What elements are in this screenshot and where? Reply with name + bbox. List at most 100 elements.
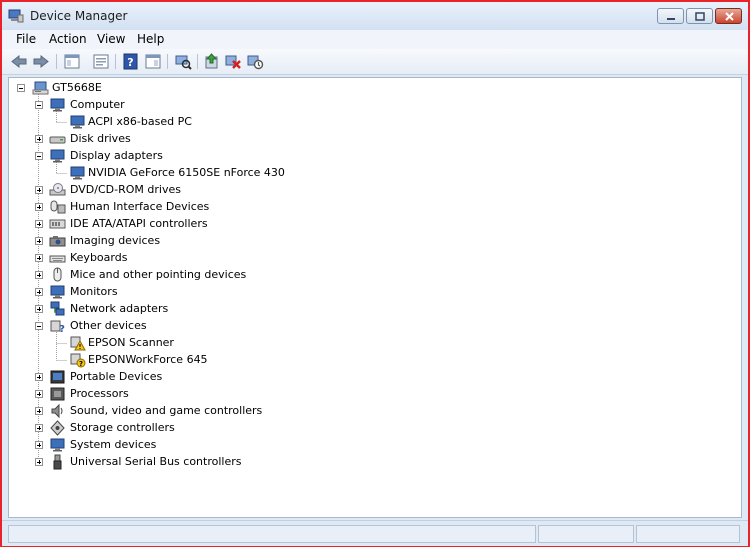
tree-category[interactable]: Disk drives (35, 131, 335, 148)
menu-action[interactable]: Action (49, 32, 87, 46)
help-icon[interactable]: ? (122, 53, 140, 70)
tree-category[interactable]: Mice and other pointing devices (35, 267, 335, 284)
toolbar: ? (2, 49, 748, 75)
tree-category-label: Disk drives (70, 132, 131, 145)
maximize-icon (695, 12, 705, 21)
update-driver-icon[interactable] (203, 53, 221, 70)
device-manager-app-icon (8, 9, 24, 23)
tree-category[interactable]: Human Interface Devices (35, 199, 335, 216)
tree-device-label: NVIDIA GeForce 6150SE nForce 430 (88, 166, 285, 179)
tree-device[interactable]: ? EPSONWorkForce 645 (69, 352, 369, 369)
window-title: Device Manager (30, 9, 128, 23)
toolbar-separator (115, 54, 116, 69)
properties-icon[interactable] (92, 53, 110, 70)
tree-device-label: ACPI x86-based PC (88, 115, 192, 128)
uninstall-icon[interactable] (224, 53, 242, 70)
computer-icon (50, 98, 65, 112)
tree-category-label: Keyboards (70, 251, 128, 264)
collapse-toggle[interactable] (17, 84, 25, 92)
expand-toggle[interactable] (35, 220, 43, 228)
tree-category-label: Monitors (70, 285, 118, 298)
ide-controller-icon (49, 219, 66, 229)
toolbar-separator (197, 54, 198, 69)
menu-help[interactable]: Help (137, 32, 164, 46)
menu-file[interactable]: File (16, 32, 36, 46)
network-icon (50, 301, 65, 316)
tree-category[interactable]: Display adapters (35, 148, 335, 165)
tree-device[interactable]: EPSON Scanner (69, 335, 369, 352)
expand-toggle[interactable] (35, 424, 43, 432)
tree-root-label: GT5668E (52, 81, 102, 94)
portable-device-icon (50, 370, 65, 384)
tree-category-label: DVD/CD-ROM drives (70, 183, 181, 196)
svg-text:?: ? (59, 324, 65, 334)
toolbar-separator (56, 54, 57, 69)
tree-category-label: Other devices (70, 319, 147, 332)
tree-device[interactable]: ACPI x86-based PC (69, 114, 369, 131)
tree-category[interactable]: Computer (35, 97, 335, 114)
expand-toggle[interactable] (35, 305, 43, 313)
expand-toggle[interactable] (35, 288, 43, 296)
disk-drive-icon (49, 136, 66, 144)
tree-category[interactable]: Keyboards (35, 250, 335, 267)
unknown-device-icon: ? (50, 320, 65, 334)
tree-category-label: Computer (70, 98, 125, 111)
close-icon (725, 12, 734, 21)
forward-icon[interactable] (32, 53, 50, 70)
tree-category[interactable]: DVD/CD-ROM drives (35, 182, 335, 199)
computer-icon (70, 115, 85, 129)
expand-toggle[interactable] (35, 407, 43, 415)
tree-category-label: Portable Devices (70, 370, 163, 383)
back-icon[interactable] (10, 53, 28, 70)
expand-toggle[interactable] (35, 186, 43, 194)
expand-toggle[interactable] (35, 373, 43, 381)
expand-toggle[interactable] (35, 203, 43, 211)
tree-category[interactable]: Universal Serial Bus controllers (35, 454, 335, 471)
expand-toggle[interactable] (35, 135, 43, 143)
expand-toggle[interactable] (35, 237, 43, 245)
tree-category-label: Display adapters (70, 149, 163, 162)
tree-category[interactable]: Storage controllers (35, 420, 335, 437)
expand-toggle[interactable] (35, 271, 43, 279)
tree-device-label: EPSONWorkForce 645 (88, 353, 208, 366)
maximize-button[interactable] (686, 8, 713, 24)
menu-view[interactable]: View (97, 32, 125, 46)
tree-category[interactable]: Imaging devices (35, 233, 335, 250)
scan-hardware-icon[interactable] (174, 53, 192, 70)
tree-category[interactable]: Processors (35, 386, 335, 403)
tree-device[interactable]: NVIDIA GeForce 6150SE nForce 430 (69, 165, 369, 182)
expand-toggle[interactable] (35, 441, 43, 449)
collapse-toggle[interactable] (35, 322, 43, 330)
tree-category[interactable]: Network adapters (35, 301, 335, 318)
display-adapter-icon (50, 149, 65, 163)
monitor-icon (50, 285, 65, 299)
tree-category[interactable]: ? Other devices (35, 318, 335, 335)
title-bar[interactable]: Device Manager (2, 2, 748, 30)
close-button[interactable] (715, 8, 742, 24)
expand-toggle[interactable] (35, 458, 43, 466)
status-pane-main (8, 525, 536, 543)
collapse-toggle[interactable] (35, 101, 43, 109)
minimize-button[interactable] (657, 8, 684, 24)
device-tree[interactable]: GT5668E Computer ACPI x86-based PC Disk … (8, 77, 742, 518)
tree-category[interactable]: Portable Devices (35, 369, 335, 386)
warning-device-icon (70, 336, 86, 351)
status-pane (538, 525, 634, 543)
camera-icon (49, 236, 66, 247)
disable-icon[interactable] (246, 53, 264, 70)
tree-category[interactable]: Sound, video and game controllers (35, 403, 335, 420)
status-bar (2, 520, 748, 546)
expand-toggle[interactable] (35, 390, 43, 398)
show-hide-action-pane-icon[interactable] (144, 53, 162, 70)
speaker-icon (51, 403, 63, 419)
computer-root-icon (32, 81, 49, 95)
show-hide-console-tree-icon[interactable] (63, 53, 81, 70)
tree-category[interactable]: IDE ATA/ATAPI controllers (35, 216, 335, 233)
tree-device-label: EPSON Scanner (88, 336, 174, 349)
tree-category[interactable]: Monitors (35, 284, 335, 301)
collapse-toggle[interactable] (35, 152, 43, 160)
tree-root[interactable]: GT5668E (17, 80, 217, 97)
tree-category[interactable]: System devices (35, 437, 335, 454)
svg-text:?: ? (79, 360, 83, 368)
expand-toggle[interactable] (35, 254, 43, 262)
